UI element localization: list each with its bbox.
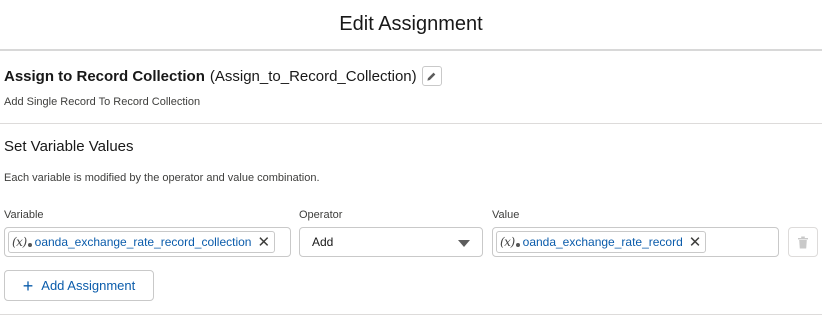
operator-column-label: Operator [299, 209, 343, 221]
add-assignment-label: Add Assignment [41, 278, 136, 293]
trash-icon [798, 236, 808, 248]
variable-icon: (𝑥) [500, 235, 520, 249]
modal-title: Edit Assignment [339, 13, 483, 35]
operator-selected-value: Add [312, 235, 334, 249]
variable-pill[interactable]: (𝑥) oanda_exchange_rate_record_collectio… [8, 231, 276, 253]
variable-icon: (𝑥) [12, 235, 32, 249]
operator-select[interactable]: Add [299, 227, 483, 257]
add-assignment-button[interactable]: + Add Assignment [4, 270, 154, 301]
section-title: Set Variable Values [4, 138, 134, 155]
divider [0, 314, 822, 315]
value-pill[interactable]: (𝑥) oanda_exchange_rate_record ✕ [496, 231, 707, 253]
variable-pill-label: oanda_exchange_rate_record_collection [34, 235, 252, 249]
value-pill-label: oanda_exchange_rate_record [522, 235, 683, 249]
value-column-label: Value [492, 209, 520, 221]
section-help-text: Each variable is modified by the operato… [4, 172, 320, 184]
chevron-down-icon [458, 240, 470, 247]
element-label: Assign to Record Collection [4, 67, 205, 85]
plus-icon: + [22, 275, 34, 296]
variable-field[interactable]: (𝑥) oanda_exchange_rate_record_collectio… [4, 227, 291, 257]
value-field[interactable]: (𝑥) oanda_exchange_rate_record ✕ [492, 227, 779, 257]
element-description: Add Single Record To Record Collection [4, 96, 201, 108]
divider [0, 123, 822, 124]
variable-column-label: Variable [4, 209, 44, 221]
edit-label-button[interactable] [421, 66, 442, 86]
remove-variable-icon[interactable]: ✕ [257, 235, 270, 250]
modal-header: Edit Assignment [0, 0, 822, 51]
element-api-name: (Assign_to_Record_Collection) [209, 67, 417, 85]
remove-value-icon[interactable]: ✕ [689, 235, 702, 250]
element-name-row: Assign to Record Collection (Assign_to_R… [4, 66, 442, 86]
delete-assignment-button[interactable] [788, 227, 818, 257]
pencil-icon [427, 72, 436, 81]
